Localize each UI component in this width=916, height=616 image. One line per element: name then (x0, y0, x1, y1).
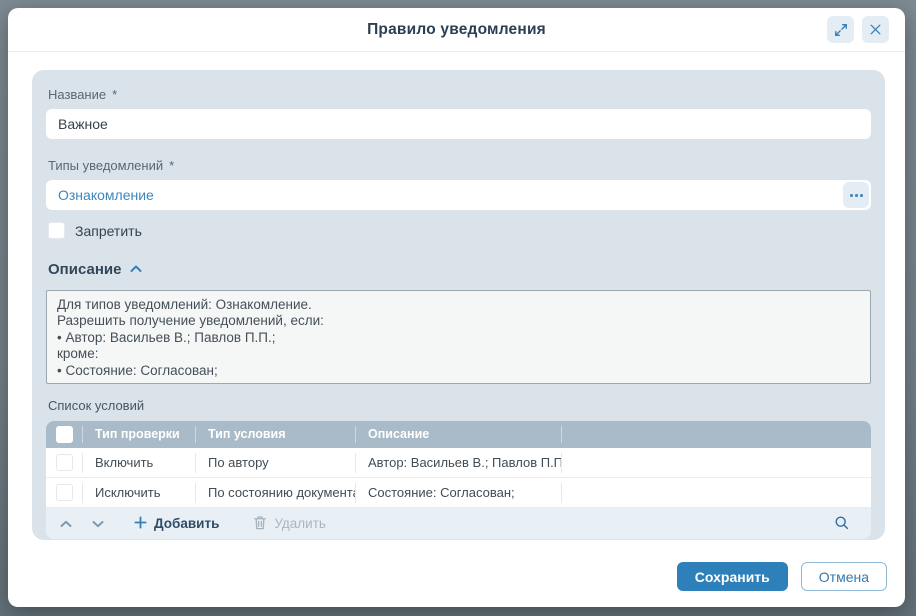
name-label: Название* (48, 87, 871, 102)
add-button[interactable]: Добавить (126, 512, 227, 536)
select-all-checkbox[interactable] (56, 426, 73, 443)
dialog-title: Правило уведомления (367, 21, 546, 39)
trash-icon (253, 515, 267, 533)
plus-icon (134, 516, 147, 532)
column-header-check-type: Тип проверки (82, 426, 195, 443)
chevron-up-icon (60, 516, 72, 531)
forbid-checkbox[interactable] (48, 222, 65, 239)
conditions-table: Тип проверки Тип условия Описание Включи… (46, 421, 871, 539)
dialog-footer: Сохранить Отмена (8, 541, 905, 607)
header-checkbox-cell (46, 426, 82, 443)
notification-types-value: Ознакомление (58, 187, 843, 203)
chevron-down-icon (92, 516, 104, 531)
description-section-title: Описание (48, 261, 121, 278)
column-header-condition-type: Тип условия (195, 426, 355, 443)
forbid-checkbox-row: Запретить (48, 222, 871, 239)
move-up-button[interactable] (52, 512, 80, 535)
dialog-header: Правило уведомления (8, 8, 905, 52)
notification-rule-dialog: Правило уведомления (8, 8, 905, 607)
cancel-button[interactable]: Отмена (801, 562, 887, 591)
table-toolbar: Добавить Удалить (46, 508, 871, 539)
delete-button-label: Удалить (274, 516, 326, 531)
required-mark: * (169, 158, 174, 173)
description-section-header[interactable]: Описание (48, 260, 871, 278)
search-icon (834, 515, 849, 533)
row-checkbox[interactable] (56, 484, 73, 501)
close-button[interactable] (862, 16, 889, 43)
chevron-up-icon (130, 260, 142, 278)
delete-button[interactable]: Удалить (245, 511, 334, 537)
column-header-description: Описание (355, 426, 561, 443)
notification-types-label: Типы уведомлений* (48, 158, 871, 173)
table-header-row: Тип проверки Тип условия Описание (46, 421, 871, 448)
expand-icon (834, 23, 848, 37)
description-text: Для типов уведомлений: Ознакомление. Раз… (46, 290, 871, 384)
form-panel: Название* Типы уведомлений* Ознакомление… (32, 70, 885, 540)
header-actions (827, 16, 889, 43)
table-row[interactable]: Исключить По состоянию документа Состоян… (46, 478, 871, 508)
search-button[interactable] (826, 511, 857, 537)
forbid-checkbox-label: Запретить (75, 223, 142, 239)
add-button-label: Добавить (154, 516, 219, 531)
close-icon (869, 23, 882, 36)
row-checkbox[interactable] (56, 454, 73, 471)
notification-types-field[interactable]: Ознакомление (46, 180, 871, 210)
table-row[interactable]: Включить По автору Автор: Васильев В.; П… (46, 448, 871, 478)
dialog-body: Название* Типы уведомлений* Ознакомление… (8, 52, 905, 541)
required-mark: * (112, 87, 117, 102)
ellipsis-icon (850, 194, 853, 197)
save-button[interactable]: Сохранить (677, 562, 788, 591)
column-header-empty (561, 426, 871, 443)
expand-button[interactable] (827, 16, 854, 43)
conditions-list-label: Список условий (48, 398, 871, 413)
move-down-button[interactable] (84, 512, 112, 535)
notification-types-more-button[interactable] (843, 182, 869, 208)
name-input[interactable] (46, 109, 871, 139)
